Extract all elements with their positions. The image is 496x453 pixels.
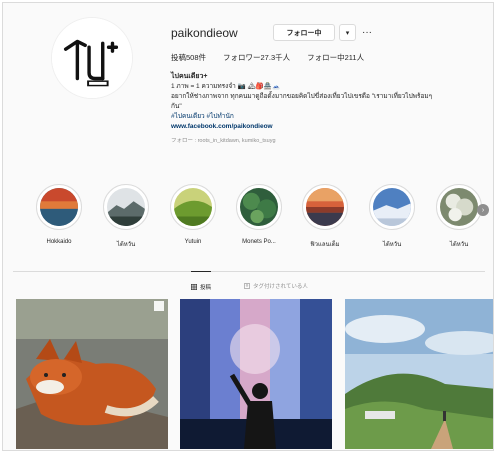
bio-hashtags[interactable]: #ไปคนเดียว #ไปทำนัก (171, 112, 493, 122)
tab-posts-label: 投稿 (200, 284, 212, 291)
highlight-cover (170, 184, 216, 230)
fox-photo (16, 299, 168, 449)
tab-posts[interactable]: 投稿 (191, 271, 212, 301)
highlight-cover (36, 184, 82, 230)
bio-website-link[interactable]: www.facebook.com/paikondieow (171, 122, 493, 132)
highlight-cover (302, 184, 348, 230)
tab-tagged-label: タグ付けされている人 (253, 284, 308, 290)
bio-name: ไปคนเดียว+ (171, 73, 208, 80)
highlight-item[interactable]: ฟิวแลนเด็ม (295, 184, 355, 249)
followers-count[interactable]: フォロワー27.3千人 (223, 52, 290, 63)
highlight-label: ฟิวแลนเด็ม (310, 242, 340, 248)
mountain-trail-photo (345, 299, 493, 449)
highlight-label: ไต้หวัน (116, 242, 136, 248)
highlight-cover (103, 184, 149, 230)
sunset-icon (306, 188, 344, 226)
post-thumbnail[interactable] (180, 299, 332, 449)
highlight-label: Yutuin (184, 239, 202, 245)
suggestions-dropdown-button[interactable]: ▾ (339, 24, 356, 41)
highlight-item[interactable]: Monets Po... (229, 184, 289, 245)
highlight-cover (236, 184, 282, 230)
more-options-button[interactable]: ··· (360, 24, 374, 41)
highlight-item[interactable]: Hokkaido (29, 184, 89, 245)
profile-avatar[interactable] (51, 17, 133, 99)
highlight-cover (369, 184, 415, 230)
post-thumbnail[interactable] (345, 299, 493, 449)
profile-stats: 投稿508件 フォロワー27.3千人 フォロー中211人 (171, 52, 364, 63)
profile-username: paikondieow (171, 26, 238, 40)
flower-icon (440, 188, 478, 226)
forest-icon (240, 188, 278, 226)
following-count[interactable]: フォロー中211人 (307, 52, 364, 63)
mountain-icon (107, 188, 145, 226)
following-button[interactable]: フォロー中 (273, 24, 335, 41)
story-highlights: Hokkaido ไต้หวัน Yutuin Monets Po... ฟิว… (3, 184, 493, 254)
profile-bio: ไปคนเดียว+ 1 ภาพ = 1 ความทรงจำ 📷 🏔🎒🏯🗻 อย… (171, 72, 493, 146)
more-icon: ··· (362, 27, 372, 38)
bio-line: 1 ภาพ = 1 ความทรงจำ 📷 🏔🎒🏯🗻 (171, 83, 281, 90)
lake-icon (40, 188, 78, 226)
highlight-label: ไต้หวัน (382, 242, 402, 248)
highlight-label: ไต้หวัน (449, 242, 469, 248)
highlight-item[interactable]: ไต้หวัน (429, 184, 489, 249)
highlight-item[interactable]: ไต้หวัน (96, 184, 156, 249)
highlight-label: Hokkaido (46, 239, 72, 245)
posts-count: 投稿508件 (171, 53, 207, 62)
paikondieow-logo (52, 18, 132, 98)
tagged-icon (244, 283, 250, 289)
highlight-item[interactable]: ไต้หวัน (362, 184, 422, 249)
highlight-label: Monets Po... (242, 239, 276, 245)
grid-icon (191, 283, 197, 290)
tab-tagged[interactable]: タグ付けされている人 (244, 271, 308, 301)
profile-page: paikondieow フォロー中 ▾ ··· 投稿508件 フォロワー27.3… (2, 2, 494, 451)
light-wall-photo (180, 299, 332, 449)
highlight-item[interactable]: Yutuin (163, 184, 223, 245)
hill-icon (174, 188, 212, 226)
highlight-cover (436, 184, 482, 230)
snow-icon (373, 188, 411, 226)
bio-line: กัน" (171, 103, 182, 110)
chevron-right-icon[interactable]: › (477, 204, 489, 216)
bio-line: อยากให้ช่างภาพจาก ทุกคนมาดูถือดั้งมากขอย… (171, 93, 433, 100)
followed-by[interactable]: フォロー : roots_in_kitdawn, kumiko_tsuyg (171, 136, 493, 146)
post-thumbnail[interactable] (16, 299, 168, 449)
chevron-down-icon: ▾ (345, 29, 350, 37)
